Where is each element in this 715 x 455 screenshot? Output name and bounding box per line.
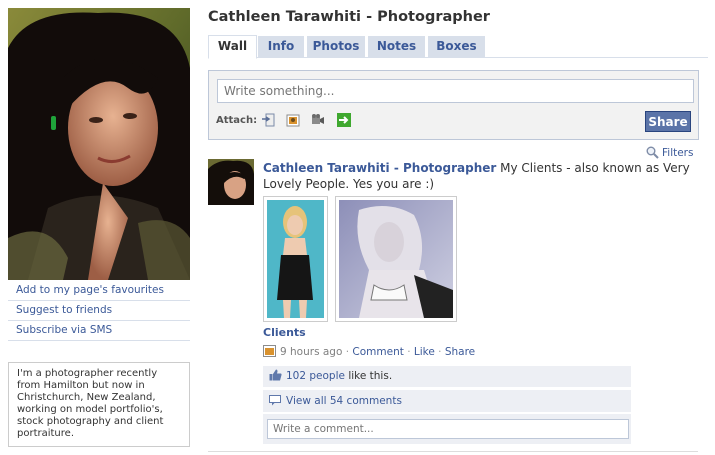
profile-photo[interactable] <box>8 8 190 280</box>
status-input[interactable] <box>217 79 694 103</box>
share-button[interactable]: Share <box>645 111 691 132</box>
profile-column: Add to my page's favourites Suggest to f… <box>8 8 190 341</box>
story-time: 9 hours ago <box>280 346 343 358</box>
photo-icon[interactable] <box>286 113 300 127</box>
thumbs-up-icon <box>269 369 282 381</box>
story-photo-1[interactable] <box>263 196 328 322</box>
filters-link[interactable]: Filters <box>646 146 693 159</box>
add-to-favourites-link[interactable]: Add to my page's favourites <box>8 281 190 301</box>
likes-count-link[interactable]: 102 people <box>286 370 345 382</box>
attach-label: Attach: <box>216 115 258 126</box>
magnifier-icon <box>646 146 659 159</box>
comment-bubble-icon <box>269 395 281 406</box>
story-text: Cathleen Tarawhiti - Photographer My Cli… <box>263 160 703 192</box>
story-divider <box>208 451 698 452</box>
bio-box: I'm a photographer recently from Hamilto… <box>8 362 190 447</box>
tab-divider <box>208 57 708 58</box>
suggest-to-friends-link[interactable]: Suggest to friends <box>8 301 190 321</box>
likes-suffix: like this. <box>344 370 393 382</box>
comment-box-row <box>263 414 631 444</box>
album-clients-link[interactable]: Clients <box>263 326 306 339</box>
model-photo-2 <box>339 200 453 318</box>
story-photo-2[interactable] <box>335 196 457 322</box>
status-icon[interactable] <box>261 113 275 127</box>
page-title: Cathleen Tarawhiti - Photographer <box>208 9 490 25</box>
tab-photos[interactable]: Photos <box>307 36 365 57</box>
likes-row: 102 people like this. <box>263 366 631 387</box>
comment-action[interactable]: Comment <box>352 346 403 358</box>
tab-bar: Wall Info Photos Notes Boxes <box>208 35 708 59</box>
filters-label: Filters <box>662 147 694 159</box>
view-all-comments-link[interactable]: View all 54 comments <box>286 395 402 407</box>
link-icon[interactable] <box>337 113 351 127</box>
model-photo-1 <box>267 200 324 318</box>
view-comments-row[interactable]: View all 54 comments <box>263 390 631 412</box>
publisher: Attach: Share <box>208 70 699 140</box>
video-icon[interactable] <box>311 113 325 127</box>
comment-input[interactable] <box>267 419 629 439</box>
share-action[interactable]: Share <box>445 346 475 358</box>
tab-wall[interactable]: Wall <box>208 35 257 59</box>
photo-icon <box>263 345 276 357</box>
tab-boxes[interactable]: Boxes <box>428 36 485 57</box>
tab-info[interactable]: Info <box>258 36 304 57</box>
tab-notes[interactable]: Notes <box>368 36 425 57</box>
story-avatar[interactable] <box>208 159 254 205</box>
story-actor-link[interactable]: Cathleen Tarawhiti - Photographer <box>263 161 496 175</box>
like-action[interactable]: Like <box>414 346 435 358</box>
subscribe-sms-link[interactable]: Subscribe via SMS <box>8 321 190 341</box>
story-meta: 9 hours ago · Comment · Like · Share <box>263 345 475 358</box>
